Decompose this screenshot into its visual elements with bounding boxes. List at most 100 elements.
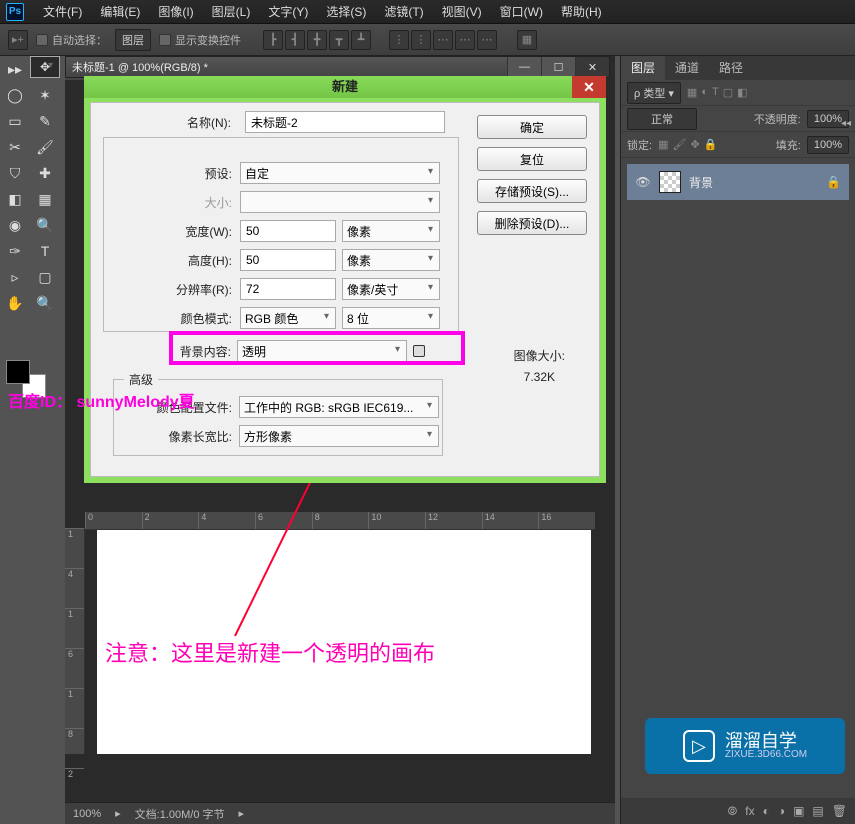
healing-tool[interactable]: ✚	[30, 160, 60, 186]
align-icon[interactable]: ┻	[351, 30, 371, 50]
filter-pixel-icon[interactable]: ▦	[687, 86, 697, 99]
delete-preset-button[interactable]: 删除预设(D)...	[477, 211, 587, 235]
width-unit-select[interactable]: 像素	[342, 220, 440, 242]
distribute-icon[interactable]: ⋯	[433, 30, 453, 50]
height-unit-select[interactable]: 像素	[342, 249, 440, 271]
fx-icon[interactable]: fx	[745, 804, 754, 818]
lock-transparent-icon[interactable]: ▦	[658, 138, 668, 151]
stamp-tool[interactable]: ⛉	[0, 160, 30, 186]
menu-window[interactable]: 窗口(W)	[491, 3, 552, 20]
color-mode-select[interactable]: RGB 颜色	[240, 307, 336, 329]
name-input[interactable]	[245, 111, 445, 133]
zoom-tool[interactable]: 🔍	[30, 290, 60, 316]
align-icon[interactable]: ┣	[263, 30, 283, 50]
menu-select[interactable]: 选择(S)	[317, 3, 375, 20]
new-layer-icon[interactable]: ▤	[812, 804, 823, 818]
height-input[interactable]	[240, 249, 336, 271]
bit-depth-select[interactable]: 8 位	[342, 307, 440, 329]
save-preset-button[interactable]: 存储预设(S)...	[477, 179, 587, 203]
filter-adjust-icon[interactable]: ◐	[701, 86, 708, 99]
zoom-level[interactable]: 100%	[73, 808, 101, 820]
play-icon: ▷	[683, 730, 715, 762]
filter-smart-icon[interactable]: ◧	[737, 86, 747, 99]
mask-icon[interactable]: ◐	[763, 804, 770, 818]
preset-select[interactable]: 自定	[240, 162, 440, 184]
background-select[interactable]: 透明	[237, 340, 407, 362]
dodge-tool[interactable]: 🔍	[30, 212, 60, 238]
gradient-tool[interactable]: ▦	[30, 186, 60, 212]
width-input[interactable]	[240, 220, 336, 242]
auto-select-label: 自动选择：	[52, 32, 107, 48]
hand-tool[interactable]: ✋	[0, 290, 30, 316]
menu-view[interactable]: 视图(V)	[433, 3, 491, 20]
wand-tool[interactable]: ✶	[30, 82, 60, 108]
chevron-icon[interactable]: ▸	[239, 807, 245, 820]
menu-filter[interactable]: 滤镜(T)	[375, 3, 432, 20]
group-icon[interactable]: ▣	[793, 804, 804, 818]
tab-paths[interactable]: 路径	[709, 56, 753, 80]
visibility-icon[interactable]: 👁	[635, 175, 651, 189]
layer-row[interactable]: 👁 背景 🔒	[627, 164, 849, 200]
blend-mode-select[interactable]: 正常	[627, 108, 697, 130]
distribute-icon[interactable]: ⋯	[455, 30, 475, 50]
lock-icon: 🔒	[826, 175, 841, 189]
eraser-tool[interactable]: ◧	[0, 186, 30, 212]
filter-type-icon[interactable]: T	[712, 86, 719, 99]
lock-pixels-icon[interactable]: 🖌	[672, 138, 686, 151]
minimize-button[interactable]: —	[507, 57, 541, 77]
path-tool[interactable]: ▹	[0, 264, 30, 290]
trash-icon[interactable]: 🗑	[832, 804, 847, 818]
menu-image[interactable]: 图像(I)	[149, 3, 202, 20]
maximize-button[interactable]: ☐	[541, 57, 575, 77]
blur-tool[interactable]: ◉	[0, 212, 30, 238]
link-icon[interactable]: ⦾	[728, 804, 738, 819]
adjustment-icon[interactable]: ◑	[778, 804, 785, 818]
menu-help[interactable]: 帮助(H)	[552, 3, 611, 20]
lock-all-icon[interactable]: 🔒	[704, 138, 718, 151]
ok-button[interactable]: 确定	[477, 115, 587, 139]
resolution-unit-select[interactable]: 像素/英寸	[342, 278, 440, 300]
align-icon[interactable]: ┳	[329, 30, 349, 50]
shape-tool[interactable]: ▢	[30, 264, 60, 290]
align-icon[interactable]: ┫	[285, 30, 305, 50]
dialog-close-button[interactable]: ✕	[572, 76, 606, 98]
pen-tool[interactable]: ✑	[0, 238, 30, 264]
menu-layer[interactable]: 图层(L)	[203, 3, 260, 20]
distribute-icon[interactable]: ⋮	[411, 30, 431, 50]
marquee-tool[interactable]: ▭	[0, 108, 30, 134]
menu-file[interactable]: 文件(F)	[34, 3, 91, 20]
crop-tool[interactable]: ✂	[0, 134, 30, 160]
fill-value[interactable]: 100%	[807, 136, 849, 154]
auto-align-icon[interactable]: ▦	[517, 30, 537, 50]
type-tool[interactable]: T	[30, 238, 60, 264]
expand-icon[interactable]: ▸	[115, 807, 121, 820]
distribute-icon[interactable]: ⋮	[389, 30, 409, 50]
auto-select-target[interactable]: 图层	[115, 29, 151, 51]
menu-type[interactable]: 文字(Y)	[259, 3, 317, 20]
resolution-input[interactable]	[240, 278, 336, 300]
profile-select[interactable]: 工作中的 RGB: sRGB IEC619...	[239, 396, 439, 418]
bg-color-swatch[interactable]	[413, 345, 425, 357]
menu-edit[interactable]: 编辑(E)	[91, 3, 149, 20]
auto-select-checkbox[interactable]	[36, 34, 48, 46]
brush-tool[interactable]: 🖌	[30, 134, 60, 160]
advanced-legend[interactable]: 高级	[124, 371, 158, 388]
lock-position-icon[interactable]: ✥	[690, 138, 699, 151]
tab-channels[interactable]: 通道	[665, 56, 709, 80]
move-tool[interactable]: ✥	[30, 56, 60, 78]
lasso-tool[interactable]: ◯	[0, 82, 30, 108]
align-icon[interactable]: ╋	[307, 30, 327, 50]
collapse-icon[interactable]: ◂◂	[841, 118, 851, 129]
distribute-icon[interactable]: ⋯	[477, 30, 497, 50]
reset-button[interactable]: 复位	[477, 147, 587, 171]
close-button[interactable]: ✕	[575, 57, 609, 77]
layer-thumbnail[interactable]	[659, 171, 681, 193]
eyedropper-tool[interactable]: ✎	[30, 108, 60, 134]
filter-kind-select[interactable]: ρ 类型 ▾	[627, 82, 681, 104]
filter-shape-icon[interactable]: ▢	[723, 86, 733, 99]
expand-icon[interactable]: ▸▸	[0, 56, 30, 82]
aspect-select[interactable]: 方形像素	[239, 425, 439, 447]
tab-layers[interactable]: 图层	[621, 56, 665, 80]
show-transform-checkbox[interactable]	[159, 34, 171, 46]
foreground-color[interactable]	[6, 360, 30, 384]
